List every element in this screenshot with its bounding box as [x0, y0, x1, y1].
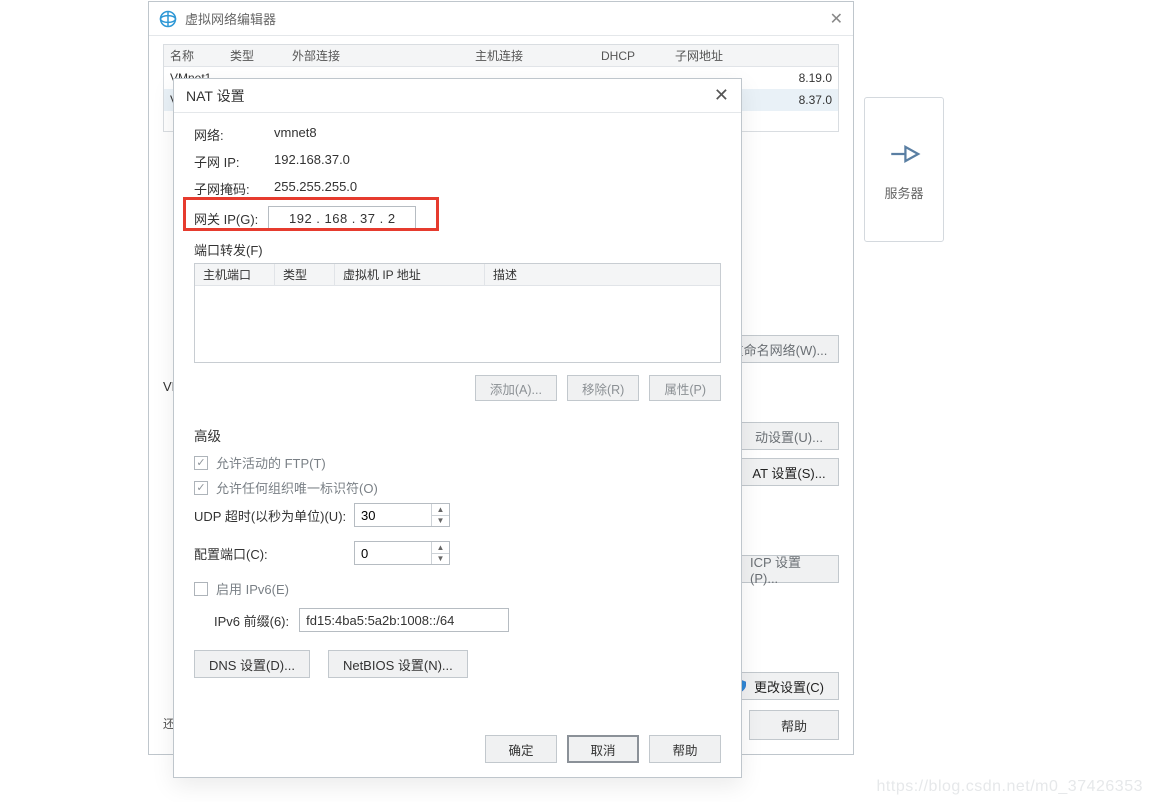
nat-title-bar: NAT 设置 ✕ [174, 79, 741, 113]
allow-any-oui-row: 允许任何组织唯一标识符(O) [194, 478, 721, 497]
ipv6-prefix-label: IPv6 前缀(6): [214, 611, 289, 630]
parent-title-bar: 虚拟网络编辑器 ✕ [149, 2, 853, 36]
spin-down-icon: ▼ [432, 554, 449, 565]
allow-any-oui-checkbox[interactable] [194, 481, 208, 495]
enable-ipv6-label: 启用 IPv6(E) [216, 579, 289, 598]
gateway-label: 网关 IP(G): [194, 209, 258, 228]
parent-title: 虚拟网络编辑器 [185, 9, 830, 28]
udp-timeout-label: UDP 超时(以秒为单位)(U): [194, 506, 354, 525]
watermark: https://blog.csdn.net/m0_37426353 [877, 778, 1143, 796]
dns-settings-button[interactable]: DNS 设置(D)... [194, 650, 310, 678]
udp-timeout-input[interactable] [355, 504, 431, 526]
network-value: vmnet8 [274, 125, 317, 144]
nat-footer: 确定 取消 帮助 [485, 735, 721, 763]
auto-settings-button[interactable]: 动设置(U)... [739, 422, 839, 450]
gateway-ip-input[interactable]: 192 . 168 . 37 . 2 [268, 206, 416, 230]
col-host: 主机连接 [469, 47, 595, 64]
networks-table-header: 名称 类型 外部连接 主机连接 DHCP 子网地址 [164, 45, 838, 67]
subnet-ip-value: 192.168.37.0 [274, 152, 350, 171]
udp-timeout-spinner[interactable]: ▲▼ [354, 503, 450, 527]
server-side-card[interactable]: 服务器 [864, 97, 944, 242]
subnet-mask-row: 子网掩码: 255.255.255.0 [194, 179, 721, 198]
nat-ok-button[interactable]: 确定 [485, 735, 557, 763]
port-table-header: 主机端口 类型 虚拟机 IP 地址 描述 [195, 264, 720, 286]
server-label: 服务器 [884, 183, 923, 202]
subnet-mask-value: 255.255.255.0 [274, 179, 357, 198]
nat-body: 网络: vmnet8 子网 IP: 192.168.37.0 子网掩码: 255… [174, 113, 741, 690]
nat-cancel-button[interactable]: 取消 [567, 735, 639, 763]
netbios-settings-button[interactable]: NetBIOS 设置(N)... [328, 650, 468, 678]
advanced-title: 高级 [194, 425, 721, 445]
nat-settings-button[interactable]: AT 设置(S)... [739, 458, 839, 486]
ipv6-prefix-row: IPv6 前缀(6): fd15:4ba5:5a2b:1008::/64 [214, 608, 721, 632]
arrow-right-icon [887, 137, 921, 171]
spin-down-icon: ▼ [432, 516, 449, 527]
network-row: 网络: vmnet8 [194, 125, 721, 144]
col-subnet: 子网地址 [669, 47, 838, 64]
parent-close-icon[interactable]: ✕ [830, 9, 843, 29]
col-vm-ip: 虚拟机 IP 地址 [335, 264, 485, 285]
col-name: 名称 [164, 47, 224, 64]
subnet-ip-label: 子网 IP: [194, 152, 274, 171]
nat-title: NAT 设置 [186, 86, 714, 106]
enable-ipv6-row: 启用 IPv6(E) [194, 579, 721, 598]
port-buttons: 添加(A)... 移除(R) 属性(P) [194, 375, 721, 401]
parent-footer: 帮助 [749, 710, 839, 740]
enable-ipv6-checkbox[interactable] [194, 582, 208, 596]
nat-help-button[interactable]: 帮助 [649, 735, 721, 763]
allow-active-ftp-checkbox[interactable] [194, 456, 208, 470]
subnet-mask-label: 子网掩码: [194, 179, 274, 198]
allow-active-ftp-label: 允许活动的 FTP(T) [216, 453, 326, 472]
subnet-ip-row: 子网 IP: 192.168.37.0 [194, 152, 721, 171]
advanced-section: 高级 允许活动的 FTP(T) 允许任何组织唯一标识符(O) UDP 超时(以秒… [194, 425, 721, 678]
port-remove-button[interactable]: 移除(R) [567, 375, 639, 401]
col-dhcp: DHCP [595, 49, 669, 63]
port-forwarding-label: 端口转发(F) [194, 240, 721, 259]
network-label: 网络: [194, 125, 274, 144]
app-logo-icon [159, 10, 177, 28]
ipv6-prefix-input[interactable]: fd15:4ba5:5a2b:1008::/64 [299, 608, 509, 632]
nat-settings-dialog: NAT 设置 ✕ 网络: vmnet8 子网 IP: 192.168.37.0 … [173, 78, 742, 778]
spin-up-icon: ▲ [432, 504, 449, 516]
parent-help-button[interactable]: 帮助 [749, 710, 839, 740]
port-props-button[interactable]: 属性(P) [649, 375, 721, 401]
col-host-port: 主机端口 [195, 264, 275, 285]
col-desc: 描述 [485, 264, 720, 285]
allow-active-ftp-row: 允许活动的 FTP(T) [194, 453, 721, 472]
spinner-buttons[interactable]: ▲▼ [431, 542, 449, 564]
config-port-input[interactable] [355, 542, 431, 564]
udp-timeout-row: UDP 超时(以秒为单位)(U): ▲▼ [194, 503, 721, 527]
col-type: 类型 [224, 47, 286, 64]
allow-any-oui-label: 允许任何组织唯一标识符(O) [216, 478, 378, 497]
port-forwarding-table[interactable]: 主机端口 类型 虚拟机 IP 地址 描述 [194, 263, 721, 363]
config-port-label: 配置端口(C): [194, 544, 354, 563]
dns-netbios-row: DNS 设置(D)... NetBIOS 设置(N)... [194, 650, 721, 678]
spin-up-icon: ▲ [432, 542, 449, 554]
gateway-row: 网关 IP(G): 192 . 168 . 37 . 2 [194, 206, 721, 230]
config-port-spinner[interactable]: ▲▼ [354, 541, 450, 565]
config-port-row: 配置端口(C): ▲▼ [194, 541, 721, 565]
col-proto-type: 类型 [275, 264, 335, 285]
col-ext: 外部连接 [286, 47, 469, 64]
dhcp-settings-button[interactable]: ICP 设置(P)... [739, 555, 839, 583]
nat-close-icon[interactable]: ✕ [714, 85, 729, 106]
spinner-buttons[interactable]: ▲▼ [431, 504, 449, 526]
port-add-button[interactable]: 添加(A)... [475, 375, 557, 401]
